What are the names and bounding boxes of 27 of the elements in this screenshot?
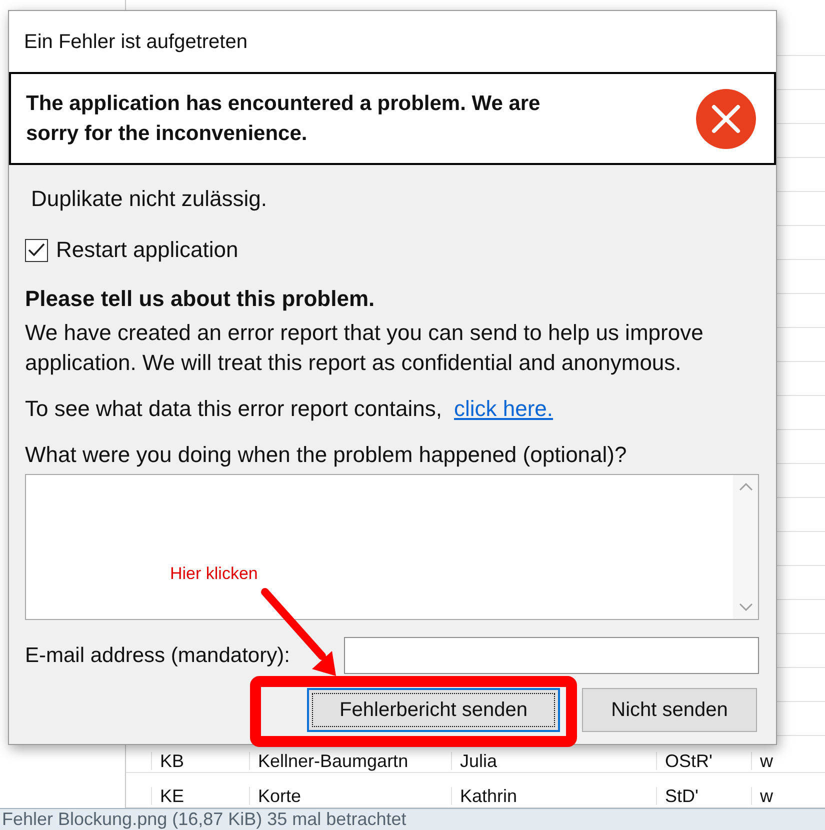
table-cell: StD'	[665, 787, 698, 805]
error-message: Duplikate nicht zulässig.	[30, 187, 268, 211]
table-cell: Kathrin	[460, 787, 518, 805]
dialog-button[interactable]: Nicht senden	[582, 688, 757, 732]
window-title: Ein Fehler ist aufgetreten	[24, 30, 248, 54]
details-text: To see what data this error report contains,	[25, 397, 442, 421]
table-cell: Julia	[460, 752, 498, 770]
error-icon	[696, 88, 756, 148]
check-icon	[28, 243, 45, 257]
email-field[interactable]	[344, 637, 759, 674]
table-cell: OStR'	[665, 752, 712, 770]
table-cell: w	[760, 752, 773, 770]
table-cell: KE	[160, 787, 184, 805]
table-cell: Kellner-Baumgartn	[258, 752, 408, 770]
description-label: What were you doing when the problem happened (optional)?	[25, 443, 628, 467]
checkbox-label: Restart application	[56, 238, 238, 262]
table-cell: Korte	[258, 787, 302, 805]
image-caption: Fehler Blockung.png (16,87 KiB) 35 mal betrachtet	[0, 808, 825, 830]
dialog-button[interactable]: Fehlerbericht senden	[307, 688, 560, 732]
header-message: The application has encountered a problem. We are sorry for the inconvenience.	[26, 90, 542, 146]
table-cell: w	[760, 787, 773, 805]
table-cell: KB	[160, 752, 184, 770]
restart-checkbox[interactable]	[25, 238, 48, 262]
email-label: E-mail address (mandatory):	[25, 644, 290, 668]
prompt-heading: Please tell us about this problem.	[25, 287, 376, 311]
prompt-text: We have created an error report that you can send to help us improve application. We will treat this report as confidential and anonymous.	[25, 319, 704, 377]
details-link[interactable]: click here.	[454, 397, 554, 421]
